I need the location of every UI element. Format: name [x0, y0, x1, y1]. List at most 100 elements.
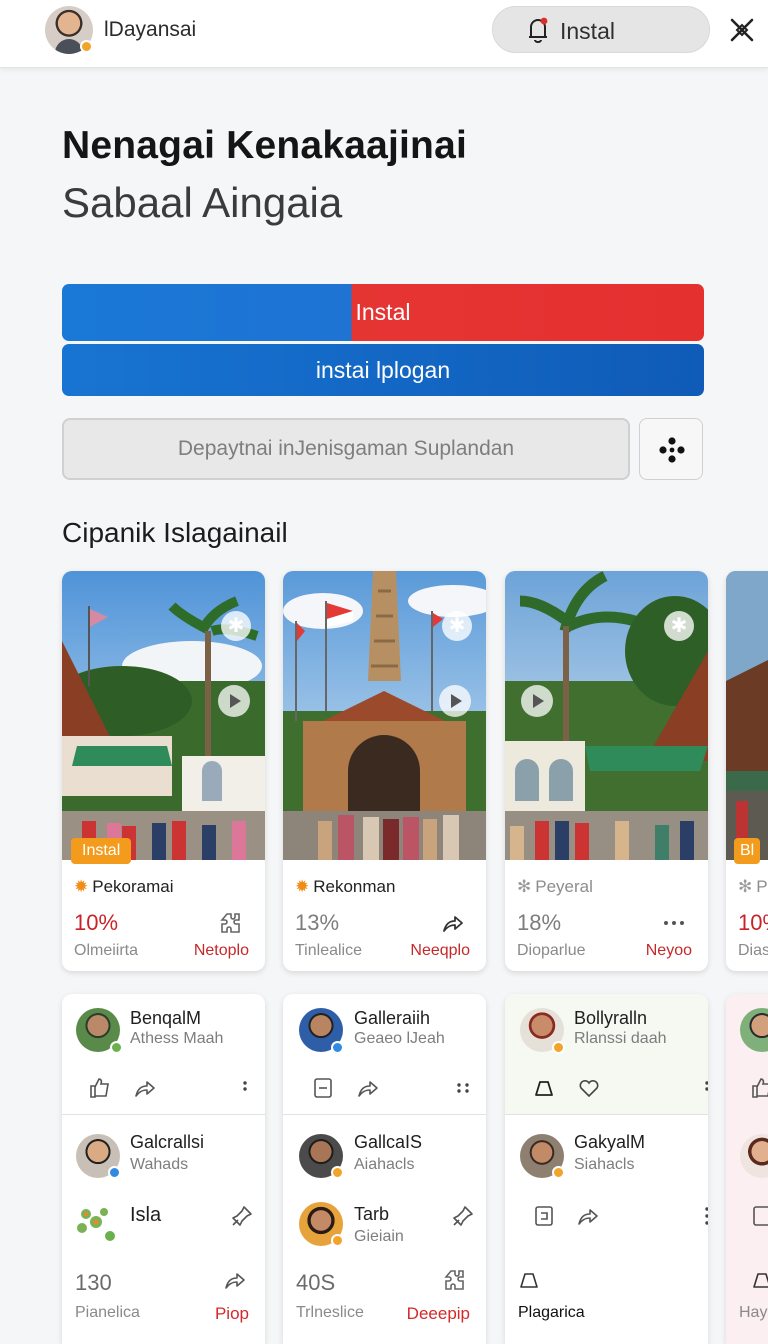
card-footer-left: Hay: [739, 1304, 768, 1321]
card-title: ✹ Rekonman: [295, 877, 396, 896]
profile-name: Bollyralln: [574, 1008, 648, 1028]
profile-name: Galleraiih: [354, 1008, 431, 1028]
profile-card[interactable]: Bollyralln Rlanssi daah GakyalM Siahacls…: [505, 994, 708, 1344]
card-title: ✹ Pekoramai: [74, 877, 174, 896]
gear-icon: ✻: [738, 877, 753, 896]
profile-name: BenqalM: [130, 1008, 202, 1028]
media-card[interactable]: ✱ Instal ✹ Pekoramai 10% Olmeiirta Netopl…: [62, 571, 265, 971]
filter-button[interactable]: [639, 418, 703, 480]
gear-icon: ✻: [517, 877, 532, 896]
profile-subtitle: Aiahacls: [354, 1156, 415, 1173]
pin-icon[interactable]: ✱: [221, 611, 251, 641]
profile-name: Tarb: [354, 1204, 390, 1224]
avatar[interactable]: [740, 1008, 768, 1052]
search-input[interactable]: [62, 418, 630, 480]
more-vertical-icon[interactable]: [695, 1076, 708, 1100]
card-photo: [726, 571, 768, 860]
close-icon[interactable]: [727, 15, 757, 45]
install-pill-label: Instal: [560, 18, 615, 44]
more-icon[interactable]: [662, 911, 686, 935]
profile-card[interactable]: Hay: [726, 994, 768, 1344]
card-footer-link[interactable]: Netoplo: [194, 942, 249, 960]
card-tag: Bl: [734, 838, 761, 864]
more-vertical-icon[interactable]: [695, 1204, 708, 1228]
more-icon[interactable]: [451, 1076, 475, 1100]
document-icon[interactable]: [311, 1076, 335, 1100]
pin-icon[interactable]: [230, 1204, 254, 1228]
profile-name: GallcaIS: [354, 1132, 423, 1152]
user-name: lDayansai: [104, 18, 197, 41]
card-tag: Instal: [71, 838, 132, 864]
card-footer-left: Trlneslice: [296, 1304, 364, 1321]
avatar[interactable]: [740, 1134, 768, 1178]
card-footer-link[interactable]: Neeqplo: [410, 942, 470, 960]
profile-subtitle: Wahads: [130, 1156, 189, 1173]
profile-subtitle: Athess Maah: [130, 1030, 224, 1047]
bell-icon[interactable]: [517, 1268, 541, 1292]
heart-icon[interactable]: [577, 1076, 601, 1100]
profile-name: Galcrallsi: [130, 1132, 205, 1152]
flower-icon: [77, 1208, 115, 1241]
card-footer-left: Pianelica: [75, 1304, 140, 1321]
share-icon[interactable]: [575, 1204, 599, 1228]
puzzle-icon[interactable]: [219, 911, 243, 935]
profile-subtitle: Geaeo lJeah: [354, 1030, 445, 1047]
document-icon[interactable]: [532, 1204, 556, 1228]
share-icon[interactable]: [222, 1268, 246, 1292]
install-button[interactable]: Instal: [62, 284, 704, 341]
status-badge: [552, 1166, 565, 1179]
status-badge: [108, 1166, 121, 1179]
profile-subtitle: Gieiain: [354, 1228, 404, 1245]
document-icon[interactable]: [750, 1204, 768, 1228]
profile-card[interactable]: Galleraiih Geaeo lJeah GallcaIS Aiahacls…: [283, 994, 486, 1344]
card-percent: 13%: [295, 910, 340, 935]
bell-icon: [529, 17, 548, 43]
card-footer-left: Tinlealice: [295, 942, 362, 959]
card-percent: 10%: [74, 910, 119, 935]
pin-icon[interactable]: ✱: [442, 611, 472, 641]
card-footer-left: Olmeiirta: [74, 942, 139, 959]
status-badge: [110, 1041, 123, 1054]
profile-subtitle: Siahacls: [574, 1156, 635, 1173]
stat-number: 130: [75, 1270, 112, 1295]
top-bar: lDayansai Instal: [0, 0, 768, 68]
pin-icon[interactable]: [451, 1204, 475, 1228]
play-icon[interactable]: [218, 685, 250, 717]
card-percent: 18%: [517, 910, 562, 935]
filter-icon: [659, 437, 685, 463]
card-footer-link[interactable]: Piop: [215, 1304, 249, 1324]
profile-card[interactable]: BenqalM Athess Maah Galcrallsi Wahads Is…: [62, 994, 265, 1344]
page-subtitle: Sabaal Aingaia: [62, 179, 343, 226]
profile-subtitle: Rlanssi daah: [574, 1030, 667, 1047]
profile-name: Isla: [130, 1204, 162, 1226]
pin-icon[interactable]: ✱: [664, 611, 694, 641]
install-pill-button[interactable]: Instal: [492, 6, 710, 53]
media-card[interactable]: ✱ ✻ Peyeral 18% Dioparlue Neyoo: [505, 571, 708, 971]
profile-name: GakyalM: [574, 1132, 646, 1152]
media-card[interactable]: ✱ ✹ Rekonman 13% Tinlealice Neeqplo: [283, 571, 486, 971]
card-footer-link[interactable]: Deeepip: [407, 1304, 470, 1324]
thumbs-up-icon[interactable]: [750, 1076, 768, 1100]
bell-icon[interactable]: [750, 1268, 768, 1292]
card-footer-link[interactable]: Neyoo: [646, 942, 692, 960]
media-card[interactable]: Bl ✻P 10% Dias: [726, 571, 768, 971]
status-badge: [331, 1166, 344, 1179]
play-icon[interactable]: [521, 685, 553, 717]
stat-number: 40S: [296, 1270, 336, 1295]
card-footer-left: Plagarica: [518, 1304, 585, 1321]
sun-icon: ✹: [295, 877, 310, 896]
play-icon[interactable]: [439, 685, 471, 717]
install-plugin-button[interactable]: instai lplogan: [62, 344, 704, 396]
share-icon[interactable]: [132, 1076, 156, 1100]
puzzle-icon[interactable]: [443, 1268, 467, 1292]
section-title: Cipanik Islagainail: [62, 517, 288, 548]
card-footer-left: Dioparlue: [517, 942, 586, 959]
bell-icon[interactable]: [532, 1076, 556, 1100]
page-title: Nenagai Kenakaajinai: [62, 124, 468, 167]
share-icon[interactable]: [440, 911, 464, 935]
status-badge: [331, 1041, 344, 1054]
more-vertical-icon[interactable]: [233, 1076, 257, 1100]
share-icon[interactable]: [355, 1076, 379, 1100]
card-title: ✻ P: [738, 877, 768, 896]
thumbs-up-icon[interactable]: [88, 1076, 112, 1100]
